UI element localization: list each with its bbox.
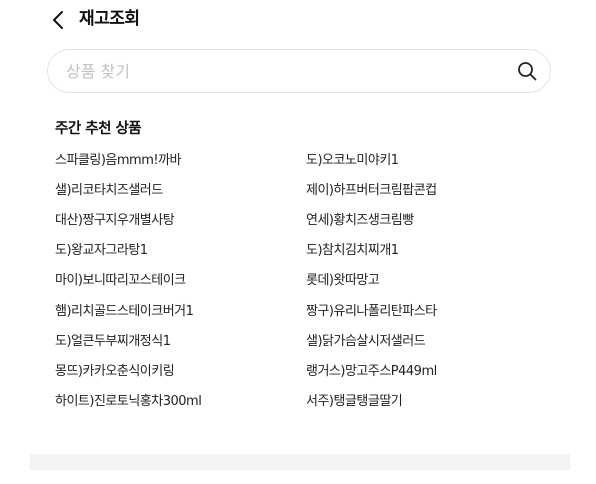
search-input[interactable] (66, 50, 486, 92)
chevron-left-icon (53, 11, 63, 29)
header: 재고조회 (0, 0, 596, 40)
search-box[interactable] (47, 49, 551, 93)
product-item[interactable]: 서주)탱글탱글딸기 (306, 393, 403, 411)
back-button[interactable] (44, 6, 72, 34)
product-item[interactable]: 대산)짱구지우개별사탕 (55, 212, 175, 230)
section-title: 주간 추천 상품 (55, 121, 142, 137)
bottom-divider (30, 454, 570, 470)
product-item[interactable]: 샐)닭가슴살시저샐러드 (306, 333, 426, 351)
product-item[interactable]: 랭거스)망고주스P449ml (306, 363, 437, 381)
product-item[interactable]: 마이)보니따리꼬스테이크 (55, 272, 186, 290)
product-item[interactable]: 도)참치김치찌개1 (306, 242, 399, 260)
search-button[interactable] (516, 60, 538, 82)
product-item[interactable]: 롯데)왓따망고 (306, 272, 380, 290)
product-item[interactable]: 하이트)진로토닉홍차300ml (55, 393, 202, 411)
product-item[interactable]: 도)왕교자그라탕1 (55, 242, 148, 260)
product-item[interactable]: 도)얼큰두부찌개정식1 (55, 333, 171, 351)
product-item[interactable]: 짱구)유리나폴리탄파스타 (306, 303, 437, 321)
product-item[interactable]: 연세)황치즈생크림빵 (306, 212, 414, 230)
product-item[interactable]: 몽뜨)카카오춘식이키링 (55, 363, 175, 381)
product-item[interactable]: 도)오코노미야키1 (306, 152, 399, 170)
product-item[interactable]: 제이)하프버터크림팝콘컵 (306, 182, 437, 200)
product-item[interactable]: 스파클링)음mmm!까바 (55, 152, 182, 170)
product-item[interactable]: 햄)리치골드스테이크버거1 (55, 303, 194, 321)
page-title: 재고조회 (79, 9, 140, 29)
product-item[interactable]: 샐)리코타치즈샐러드 (55, 182, 163, 200)
search-icon (518, 62, 537, 81)
